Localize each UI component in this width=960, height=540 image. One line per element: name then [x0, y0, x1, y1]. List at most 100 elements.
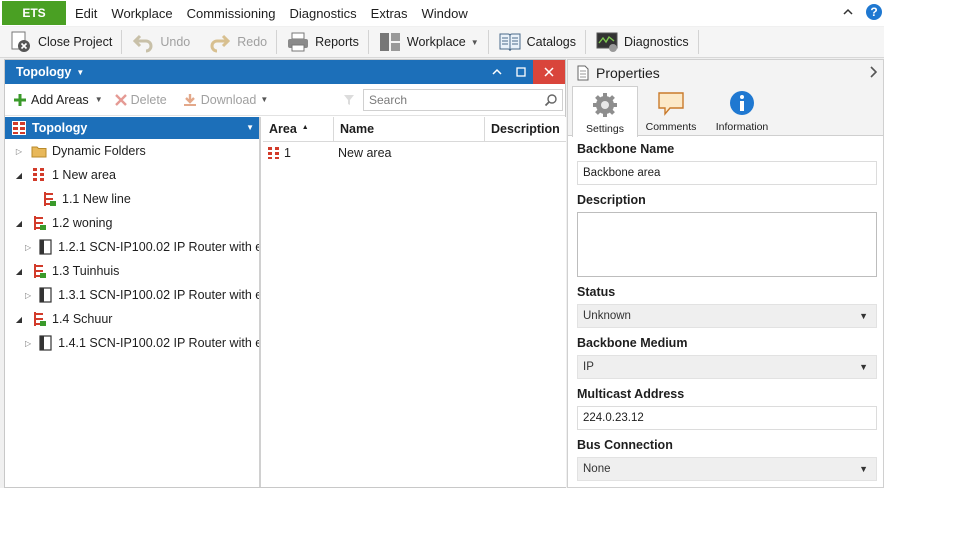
properties-panel: Properties Settings Comments Information… — [567, 59, 884, 488]
status-label: Status — [577, 285, 616, 299]
tree-root-topology[interactable]: Topology ▼ — [5, 117, 259, 139]
ets-menu-button[interactable]: ETS — [2, 1, 66, 25]
tree-root-label: Topology — [32, 121, 88, 135]
expanded-arrow-icon[interactable]: ◢ — [13, 217, 25, 229]
bus-connection-value: None — [583, 463, 611, 475]
tree-rows: ▷ Dynamic Folders ◢ 1 New area 1.1 New line ◢… — [5, 139, 259, 355]
add-areas-label: Add Areas — [31, 92, 89, 107]
line-icon — [41, 191, 57, 207]
expanded-arrow-icon[interactable]: ◢ — [13, 313, 25, 325]
undo-button[interactable]: Undo — [122, 28, 199, 56]
tree-item[interactable]: ▷ 1.2.1 SCN-IP100.02 IP Router with e... — [5, 235, 259, 259]
backbone-medium-select[interactable]: IP ▼ — [577, 355, 877, 379]
filter-icon[interactable] — [343, 93, 355, 107]
column-area-label: Area — [269, 122, 297, 136]
download-button[interactable]: Download ▼ — [175, 88, 277, 112]
collapse-ribbon-icon[interactable] — [842, 6, 854, 18]
properties-tabs: Settings Comments Information — [568, 86, 883, 137]
collapse-panel-icon[interactable] — [485, 60, 509, 84]
collapsed-arrow-icon[interactable]: ▷ — [25, 289, 31, 301]
line-icon — [31, 215, 47, 231]
multicast-address-field[interactable]: 224.0.23.12 — [577, 406, 877, 430]
tree-item[interactable]: ▷ Dynamic Folders — [5, 139, 259, 163]
menu-edit[interactable]: Edit — [68, 1, 104, 25]
expanded-arrow-icon[interactable]: ◢ — [13, 265, 25, 277]
tree-item[interactable]: 1.1 New line — [5, 187, 259, 211]
collapse-properties-icon[interactable] — [869, 66, 877, 78]
menu-commissioning[interactable]: Commissioning — [180, 1, 283, 25]
topology-panel-header[interactable]: Topology ▼ — [5, 60, 565, 84]
chevron-down-icon: ▼ — [859, 311, 868, 321]
area-icon — [31, 167, 47, 183]
gear-icon — [593, 93, 617, 117]
download-label: Download — [200, 92, 257, 107]
chevron-down-icon[interactable]: ▼ — [76, 68, 84, 77]
search-box[interactable] — [363, 89, 563, 111]
delete-button[interactable]: Delete — [107, 88, 175, 112]
tree-item-label: 1.1 New line — [62, 192, 131, 206]
search-icon[interactable] — [544, 93, 558, 107]
collapsed-arrow-icon[interactable]: ▷ — [13, 145, 25, 157]
undo-label: Undo — [160, 35, 191, 49]
menu-workplace[interactable]: Workplace — [104, 1, 179, 25]
column-header-description[interactable]: Description — [485, 117, 566, 141]
backbone-medium-value: IP — [583, 361, 594, 373]
menu-diagnostics[interactable]: Diagnostics — [282, 1, 363, 25]
workplace-button[interactable]: Workplace ▼ — [369, 28, 488, 56]
topology-tree: Topology ▼ ▷ Dynamic Folders ◢ 1 New area 1.… — [5, 117, 261, 487]
comment-bubble-icon — [658, 92, 684, 116]
chevron-down-icon: ▼ — [260, 95, 269, 104]
menu-window[interactable]: Window — [415, 1, 475, 25]
column-header-area[interactable]: Area ▲ — [263, 117, 334, 141]
close-panel-icon[interactable] — [533, 60, 565, 84]
tree-item-label: 1.3 Tuinhuis — [52, 264, 120, 278]
catalogs-button[interactable]: Catalogs — [489, 28, 585, 56]
area-icon — [268, 147, 279, 159]
column-name-label: Name — [340, 122, 375, 136]
tab-comments[interactable]: Comments — [638, 86, 704, 135]
status-value: Unknown — [583, 310, 631, 322]
column-header-name[interactable]: Name — [334, 117, 485, 141]
tree-item[interactable]: ◢ 1.4 Schuur — [5, 307, 259, 331]
menu-extras[interactable]: Extras — [364, 1, 415, 25]
search-input[interactable] — [369, 93, 539, 107]
diagnostics-monitor-icon — [596, 32, 618, 52]
status-select[interactable]: Unknown ▼ — [577, 304, 877, 328]
device-icon — [37, 239, 53, 255]
tree-item-label: 1.3.1 SCN-IP100.02 IP Router with e... — [58, 288, 259, 302]
redo-icon — [210, 34, 231, 53]
collapsed-arrow-icon[interactable]: ▷ — [25, 337, 31, 349]
backbone-medium-label: Backbone Medium — [577, 336, 688, 350]
close-project-button[interactable]: Close Project — [0, 28, 121, 56]
help-icon[interactable]: ? — [866, 4, 882, 20]
catalog-book-icon — [499, 33, 521, 52]
reports-button[interactable]: Reports — [277, 28, 368, 56]
backbone-name-field[interactable]: Backbone area — [577, 161, 877, 185]
description-textarea[interactable] — [577, 212, 877, 277]
tree-item[interactable]: ▷ 1.4.1 SCN-IP100.02 IP Router with e... — [5, 331, 259, 355]
chevron-down-icon: ▼ — [470, 37, 479, 47]
redo-button[interactable]: Redo — [199, 28, 276, 56]
backbone-name-label: Backbone Name — [577, 142, 675, 156]
tree-item[interactable]: ▷ 1.3.1 SCN-IP100.02 IP Router with e... — [5, 283, 259, 307]
diagnostics-button[interactable]: Diagnostics — [586, 28, 698, 56]
collapsed-arrow-icon[interactable]: ▷ — [25, 241, 31, 253]
maximize-icon[interactable] — [509, 60, 533, 84]
table-row[interactable]: 1 New area — [263, 142, 566, 164]
add-areas-dropdown-icon[interactable]: ▼ — [95, 95, 103, 104]
tree-item[interactable]: ◢ 1 New area — [5, 163, 259, 187]
bus-connection-select[interactable]: None ▼ — [577, 457, 877, 481]
tree-item-label: 1.2.1 SCN-IP100.02 IP Router with e... — [58, 240, 259, 254]
device-icon — [37, 335, 53, 351]
chevron-down-icon[interactable]: ▼ — [246, 123, 254, 132]
tab-settings[interactable]: Settings — [572, 86, 638, 137]
tree-item[interactable]: ◢ 1.2 woning — [5, 211, 259, 235]
expanded-arrow-icon[interactable]: ◢ — [13, 169, 25, 181]
tree-item[interactable]: ◢ 1.3 Tuinhuis — [5, 259, 259, 283]
properties-header: Properties — [568, 60, 883, 86]
description-label: Description — [577, 193, 646, 207]
add-areas-button[interactable]: Add Areas — [5, 88, 97, 112]
line-icon — [31, 263, 47, 279]
tab-information[interactable]: Information — [704, 86, 780, 135]
diagnostics-label: Diagnostics — [624, 35, 689, 49]
